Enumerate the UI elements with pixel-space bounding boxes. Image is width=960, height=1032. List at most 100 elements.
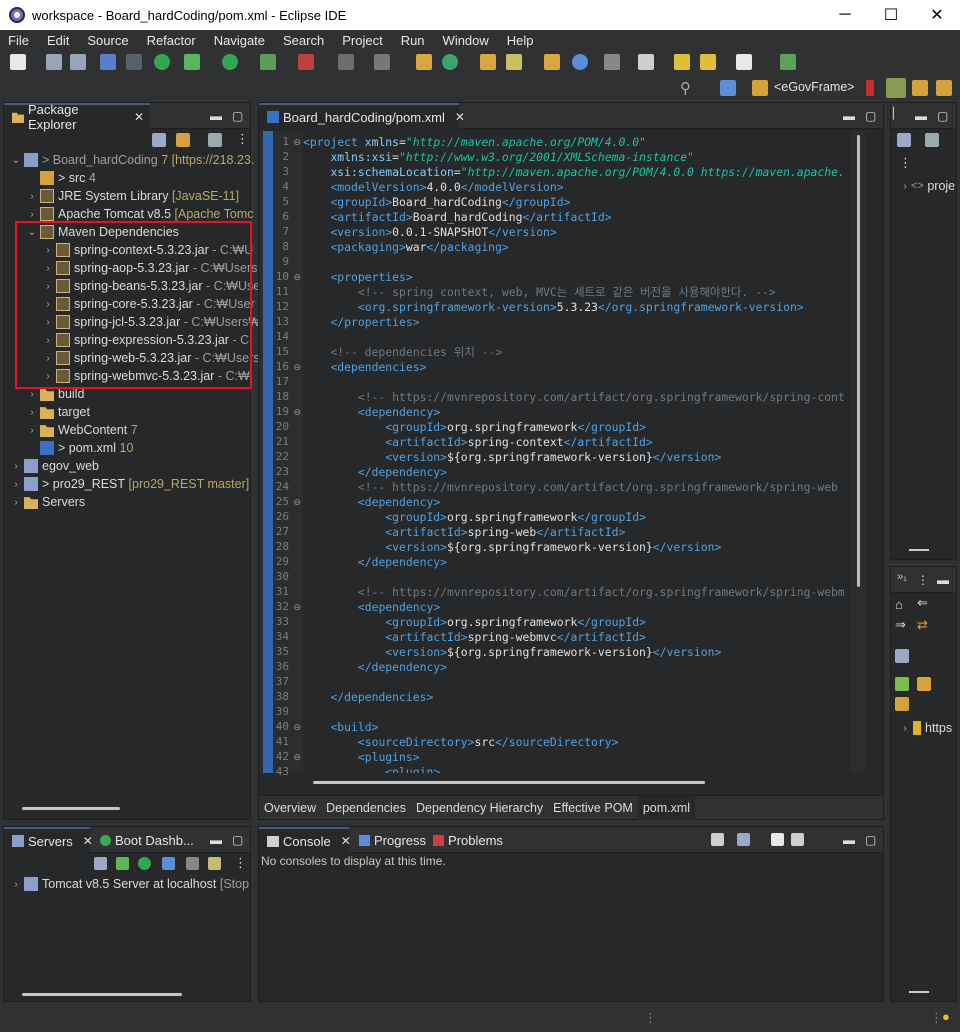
code-line[interactable]: <artifactId>spring-webmvc</artifactId> — [303, 630, 646, 645]
collapse-all-icon[interactable] — [152, 133, 166, 147]
collapse-all-icon[interactable] — [94, 857, 107, 870]
code-line[interactable]: <version>${org.springframework-version}<… — [303, 540, 721, 555]
fold-toggle-icon[interactable]: ⊖ — [293, 497, 301, 508]
last-edit-icon[interactable] — [674, 54, 690, 70]
new-package-icon[interactable] — [416, 54, 432, 70]
fold-toggle-icon[interactable]: ⊖ — [293, 137, 301, 148]
open-console-icon[interactable] — [711, 833, 724, 846]
tree-item-pro29-rest[interactable]: › > pro29_REST [pro29_REST master] — [10, 475, 249, 493]
code-line[interactable]: <version>${org.springframework-version}<… — [303, 450, 721, 465]
tab-effective-pom[interactable]: Effective POM — [548, 801, 638, 815]
egovframe-perspective-icon[interactable] — [752, 80, 768, 96]
code-line[interactable]: </dependencies> — [303, 690, 433, 705]
collapse-all-icon[interactable] — [895, 649, 909, 663]
start-server-icon[interactable] — [154, 54, 170, 70]
forward-icon[interactable]: ⇒ — [895, 617, 906, 633]
toggle-mark-icon[interactable] — [604, 54, 620, 70]
code-line[interactable]: <artifactId>Board_hardCoding</artifactId… — [303, 210, 611, 225]
code-line[interactable]: <properties> — [303, 270, 412, 285]
run-perspective-icon[interactable] — [912, 80, 928, 96]
open-perspective-icon[interactable] — [720, 80, 736, 96]
menu-run[interactable]: Run — [393, 33, 435, 48]
vertical-scroll-thumb[interactable] — [857, 135, 860, 587]
tree-item-egov-web[interactable]: › egov_web — [10, 457, 99, 475]
view-menu-icon[interactable]: ▏ — [893, 107, 901, 120]
perspective-label[interactable]: <eGovFrame> — [774, 80, 855, 94]
tree-item-target[interactable]: › target — [26, 403, 90, 421]
code-line[interactable]: <sourceDirectory>src</sourceDirectory> — [303, 735, 619, 750]
maximize-view-icon[interactable]: ▢ — [232, 109, 243, 123]
new-file-icon[interactable] — [10, 54, 26, 70]
code-line[interactable]: <modelVersion>4.0.0</modelVersion> — [303, 180, 563, 195]
maximize-view-icon[interactable]: ▢ — [937, 109, 948, 123]
minimize-view-icon[interactable]: ▬ — [843, 833, 855, 847]
code-line[interactable]: <!-- dependencies 위치 --> — [303, 345, 502, 360]
restore-bar[interactable] — [909, 991, 929, 993]
close-tab-icon[interactable]: ✕ — [455, 110, 465, 124]
tip-lightbulb-icon[interactable]: ● — [942, 1009, 950, 1024]
debug-server-icon[interactable] — [116, 857, 129, 870]
menu-source[interactable]: Source — [79, 33, 138, 48]
publish-icon[interactable] — [208, 857, 221, 870]
fold-toggle-icon[interactable]: ⊖ — [293, 752, 301, 763]
tree-item-board-hardcoding[interactable]: ⌄ > Board_hardCoding 7 [https://218.23. — [10, 151, 254, 169]
close-button[interactable]: ✕ — [914, 0, 960, 30]
close-tab-icon[interactable]: ✕ — [134, 110, 144, 124]
minimize-view-icon[interactable]: ▬ — [210, 109, 222, 123]
code-line[interactable]: <version>0.0.1-SNAPSHOT</version> — [303, 225, 556, 240]
view-menu-icon[interactable]: ⋮ — [899, 155, 912, 171]
tab-package-explorer[interactable]: Package Explorer ✕ — [4, 102, 150, 132]
code-line[interactable]: <build> — [303, 720, 378, 735]
server-item-tomcat[interactable]: › Tomcat v8.5 Server at localhost [Stop — [10, 875, 249, 893]
spring-perspective-icon[interactable] — [866, 80, 874, 96]
restore-bar[interactable] — [909, 549, 929, 551]
code-line[interactable]: xmlns:xsi="http://www.w3.org/2001/XMLSch… — [303, 150, 693, 165]
more-views-icon[interactable]: »₁ — [897, 571, 907, 583]
forward-icon[interactable] — [736, 54, 752, 70]
code-line[interactable]: <dependency> — [303, 405, 440, 420]
code-line[interactable]: <groupId>org.springframework</groupId> — [303, 420, 646, 435]
tab-boot-dashboard[interactable]: Boot Dashb... — [92, 827, 200, 853]
code-line[interactable]: </properties> — [303, 315, 419, 330]
fold-toggle-icon[interactable]: ⊖ — [293, 272, 301, 283]
tab-dependency-hierarchy[interactable]: Dependency Hierarchy — [411, 801, 548, 815]
code-line[interactable]: xsi:schemaLocation="http://maven.apache.… — [303, 165, 844, 180]
code-line[interactable]: <dependencies> — [303, 360, 426, 375]
outline-item-project[interactable]: › <> proje — [899, 177, 955, 195]
menu-help[interactable]: Help — [499, 33, 544, 48]
new-server-icon[interactable] — [895, 677, 909, 691]
tree-item-jre-library[interactable]: › JRE System Library [JavaSE-11] — [26, 187, 239, 205]
horizontal-scrollbar[interactable] — [22, 807, 120, 810]
menu-project[interactable]: Project — [334, 33, 392, 48]
fold-toggle-icon[interactable]: ⊖ — [293, 722, 301, 733]
build-icon[interactable] — [374, 54, 390, 70]
code-line[interactable]: <artifactId>spring-web</artifactId> — [303, 525, 625, 540]
code-line[interactable]: <!-- https://mvnrepository.com/artifact/… — [303, 480, 838, 495]
tab-console[interactable]: Console ✕ — [259, 827, 351, 853]
maximize-view-icon[interactable]: ▢ — [865, 109, 876, 123]
maximize-view-icon[interactable]: ▢ — [232, 833, 243, 847]
horizontal-scrollbar[interactable] — [22, 993, 182, 996]
tab-pom-xml[interactable]: Board_hardCoding/pom.xml ✕ — [259, 103, 465, 129]
tab-pom-xml-source[interactable]: pom.xml — [637, 795, 696, 820]
stop-icon[interactable] — [338, 54, 354, 70]
globe-icon[interactable] — [572, 54, 588, 70]
fold-toggle-icon[interactable]: ⊖ — [293, 407, 301, 418]
code-line[interactable]: <org.springframework-version>5.3.23</org… — [303, 300, 804, 315]
search-icon[interactable] — [506, 54, 522, 70]
new-console-icon[interactable] — [771, 833, 784, 846]
view-menu-icon[interactable]: ⋮ — [236, 131, 249, 147]
code-line[interactable]: <!-- https://mvnrepository.com/artifact/… — [303, 585, 845, 600]
collapse-all-icon[interactable] — [897, 133, 911, 147]
code-line[interactable]: <groupId>Board_hardCoding</groupId> — [303, 195, 570, 210]
minimize-view-icon[interactable]: ▬ — [210, 833, 222, 847]
filters-icon[interactable] — [208, 133, 222, 147]
code-line[interactable]: <!-- https://mvnrepository.com/artifact/… — [303, 390, 845, 405]
coverage-icon[interactable] — [298, 54, 314, 70]
maximize-view-icon[interactable]: ▢ — [865, 833, 876, 847]
code-line[interactable]: <dependency> — [303, 600, 440, 615]
menu-window[interactable]: Window — [435, 33, 499, 48]
menu-search[interactable]: Search — [275, 33, 334, 48]
menu-file[interactable]: File — [0, 33, 39, 48]
minimize-view-icon[interactable]: ▬ — [915, 109, 927, 123]
